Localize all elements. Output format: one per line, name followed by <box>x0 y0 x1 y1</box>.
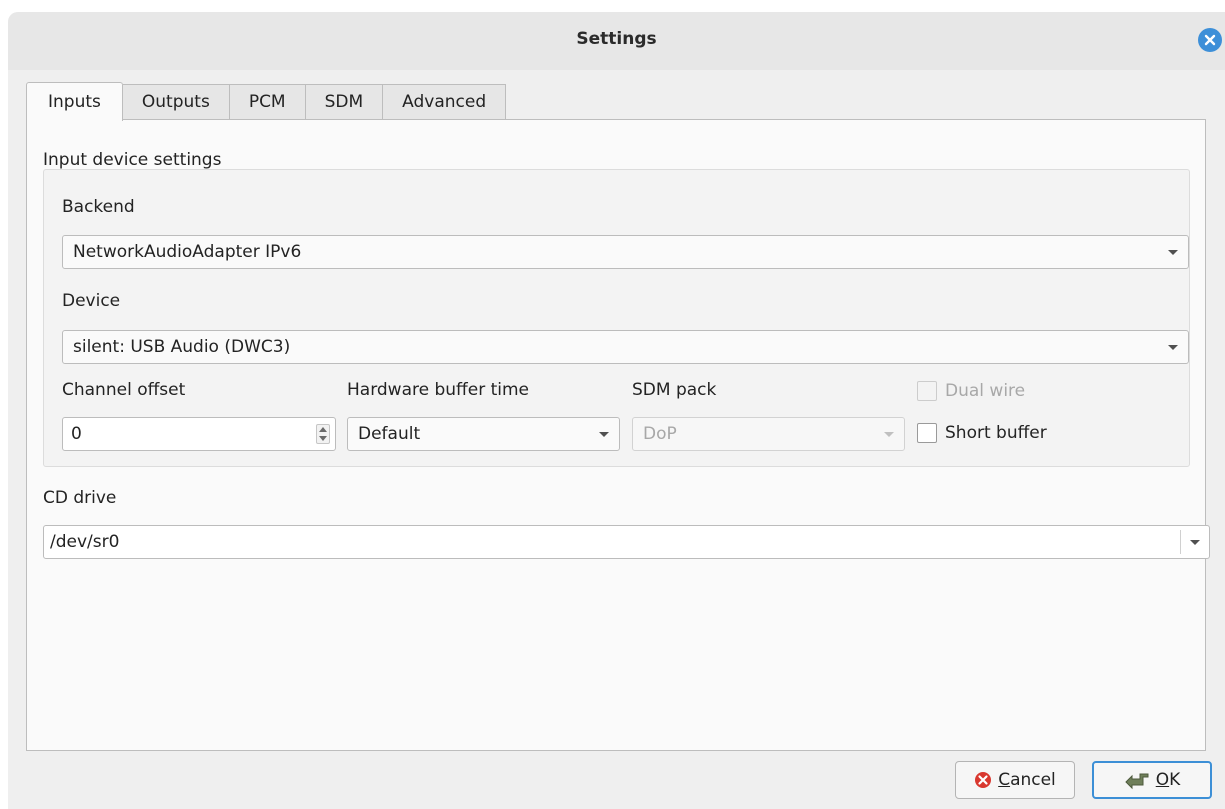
ok-button[interactable]: OK <box>1092 761 1212 799</box>
tab-inputs[interactable]: Inputs <box>26 82 123 121</box>
backend-select[interactable]: NetworkAudioAdapter IPv6 <box>62 235 1189 269</box>
ok-icon <box>1124 770 1150 790</box>
backend-label: Backend <box>62 197 135 217</box>
inputs-tab-pane: Input device settings Backend NetworkAud… <box>26 119 1210 751</box>
tab-pcm[interactable]: PCM <box>229 84 306 120</box>
sdm-pack-label: SDM pack <box>632 380 717 400</box>
tab-advanced[interactable]: Advanced <box>383 84 507 120</box>
cd-drive-combobox[interactable]: /dev/sr0 <box>43 525 1210 559</box>
checkbox-box[interactable] <box>917 423 937 443</box>
sdm-pack-value: DoP <box>643 424 677 444</box>
close-icon <box>1204 34 1216 46</box>
chevron-down-icon[interactable] <box>1190 540 1200 545</box>
buffer-time-select[interactable]: Default <box>347 417 620 451</box>
cancel-button[interactable]: Cancel <box>955 761 1075 799</box>
device-value: silent: USB Audio (DWC3) <box>73 337 291 357</box>
cancel-label-rest: ancel <box>1010 770 1056 790</box>
sdm-pack-select: DoP <box>632 417 905 451</box>
chevron-down-icon <box>1168 345 1178 350</box>
cancel-mnemonic: C <box>998 770 1011 790</box>
cd-drive-label: CD drive <box>43 488 117 508</box>
input-device-settings-group: Backend NetworkAudioAdapter IPv6 Device … <box>43 169 1190 467</box>
device-select[interactable]: silent: USB Audio (DWC3) <box>62 330 1189 364</box>
tab-sdm[interactable]: SDM <box>305 84 384 120</box>
buffer-time-label: Hardware buffer time <box>347 380 530 400</box>
buffer-time-value: Default <box>358 424 421 444</box>
window-title: Settings <box>576 29 657 49</box>
device-label: Device <box>62 291 121 311</box>
dual-wire-label: Dual wire <box>945 381 1026 401</box>
settings-window: Settings Inputs Outputs PCM SDM Advanced… <box>8 12 1225 809</box>
tab-bar: Inputs Outputs PCM SDM Advanced <box>26 82 507 121</box>
channel-offset-label: Channel offset <box>62 380 186 400</box>
tab-outputs[interactable]: Outputs <box>122 84 230 120</box>
title-bar: Settings <box>8 12 1225 70</box>
close-button[interactable] <box>1198 28 1222 52</box>
short-buffer-checkbox[interactable]: Short buffer <box>917 423 1047 443</box>
channel-offset-spinbox[interactable]: 0 <box>62 417 336 451</box>
backend-value: NetworkAudioAdapter IPv6 <box>73 242 302 262</box>
spin-buttons[interactable] <box>316 424 330 444</box>
chevron-down-icon <box>884 432 894 437</box>
spin-up-icon <box>319 427 327 432</box>
checkbox-box <box>917 381 937 401</box>
chevron-down-icon <box>1168 250 1178 255</box>
cd-drive-value[interactable]: /dev/sr0 <box>50 532 119 552</box>
dual-wire-checkbox: Dual wire <box>917 381 1025 401</box>
short-buffer-label: Short buffer <box>945 423 1047 443</box>
ok-mnemonic: O <box>1155 770 1170 790</box>
channel-offset-value: 0 <box>71 424 82 444</box>
combo-divider <box>1180 530 1181 554</box>
cancel-icon <box>974 771 992 789</box>
chevron-down-icon <box>599 432 609 437</box>
ok-label-rest: K <box>1169 770 1181 790</box>
input-device-settings-title: Input device settings <box>43 150 222 170</box>
spin-down-icon <box>319 436 327 441</box>
